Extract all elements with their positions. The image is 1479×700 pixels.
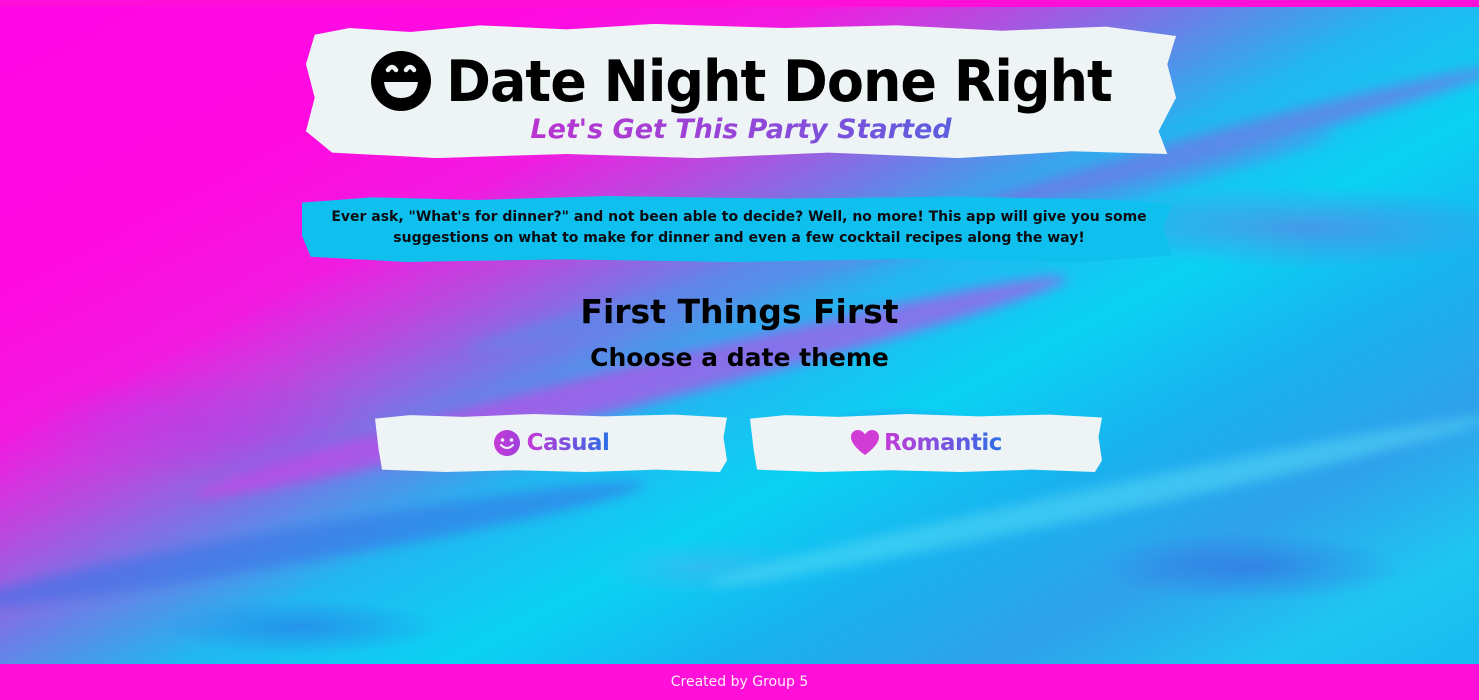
page-title: Date Night Done Right <box>446 47 1113 115</box>
section-title: First Things First <box>580 292 899 331</box>
casual-theme-button[interactable]: Casual <box>375 414 727 472</box>
footer: Created by Group 5 <box>0 664 1479 700</box>
romantic-theme-button[interactable]: Romantic <box>750 414 1102 472</box>
heart-icon <box>850 429 880 457</box>
romantic-label: Romantic <box>884 430 1002 456</box>
intro-text: Ever ask, "What's for dinner?" and not b… <box>331 209 1147 246</box>
smiley-face-icon <box>493 429 521 457</box>
grinning-face-icon <box>370 50 432 112</box>
casual-label: Casual <box>526 430 610 456</box>
footer-credit: Created by Group 5 <box>670 674 809 690</box>
section-subtitle: Choose a date theme <box>590 343 889 372</box>
header-title-row: Date Night Done Right <box>306 46 1176 116</box>
page: Date Night Done Right Let's Get This Par… <box>0 0 1479 700</box>
page-subtitle: Let's Get This Party Started <box>306 114 1176 145</box>
